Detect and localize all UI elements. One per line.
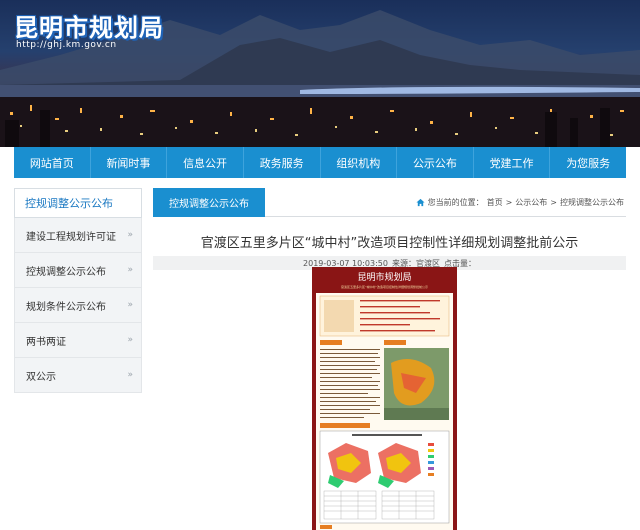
- main-content: 控规调整公示公布 您当前的位置： 首页 > 公示公布 > 控规调整公示公布 官渡…: [153, 188, 626, 270]
- breadcrumb-home-link[interactable]: 首页: [487, 197, 503, 208]
- article-title: 官渡区五里多片区“城中村”改造项目控制性详细规划调整批前公示: [200, 236, 579, 251]
- poster-title: 昆明市规划局: [357, 272, 412, 283]
- breadcrumb-current-link[interactable]: 控规调整公示公布: [560, 197, 624, 208]
- sidebar-item-double-publicity[interactable]: 双公示 »: [14, 358, 142, 393]
- breadcrumb-announcements-link[interactable]: 公示公布: [515, 197, 547, 208]
- nav-item-home[interactable]: 网站首页: [14, 147, 91, 178]
- nav-item-organization[interactable]: 组织机构: [321, 147, 398, 178]
- announcement-poster-image: 昆明市规划局 官渡区五里多片区“城中村”改造项目控制性详细规划调整批前公示: [312, 267, 457, 530]
- chevron-right-icon: »: [127, 300, 133, 310]
- sidebar-item-label: 两书两证: [26, 336, 66, 348]
- sidebar-item-label: 建设工程规划许可证: [26, 231, 116, 243]
- sidebar-item-planning-conditions[interactable]: 规划条件公示公布 »: [14, 288, 142, 323]
- nav-item-services-for-you[interactable]: 为您服务: [550, 147, 626, 178]
- poster-body: [316, 293, 453, 530]
- chevron-right-icon: »: [127, 370, 133, 380]
- chevron-right-icon: »: [127, 265, 133, 275]
- poster-graphics: [319, 295, 450, 529]
- poster-subtitle: 官渡区五里多片区“城中村”改造项目控制性详细规划调整批前公示: [340, 285, 429, 289]
- nav-item-party-building[interactable]: 党建工作: [474, 147, 551, 178]
- nav-item-gov-services[interactable]: 政务服务: [244, 147, 321, 178]
- site-url: http://ghj.km.gov.cn: [16, 40, 117, 50]
- nav-item-announcements[interactable]: 公示公布: [397, 147, 474, 178]
- header-banner: 昆明市规划局 http://ghj.km.gov.cn: [0, 0, 640, 147]
- sidebar-item-two-documents[interactable]: 两书两证 »: [14, 323, 142, 358]
- sidebar-item-planning-permit[interactable]: 建设工程规划许可证 »: [14, 218, 142, 253]
- sidebar-item-regulatory-adjustment[interactable]: 控规调整公示公布 »: [14, 253, 142, 288]
- sidebar-item-label: 控规调整公示公布: [26, 266, 106, 278]
- main-nav: 网站首页 新闻时事 信息公开 政务服务 组织机构 公示公布 党建工作 为您服务: [14, 147, 626, 178]
- chevron-right-icon: »: [127, 335, 133, 345]
- chevron-right-icon: »: [127, 230, 133, 240]
- sidebar-item-label: 规划条件公示公布: [26, 301, 106, 313]
- nav-item-news[interactable]: 新闻时事: [91, 147, 168, 178]
- site-title: 昆明市规划局: [14, 13, 164, 42]
- breadcrumb: 您当前的位置： 首页 > 公示公布 > 控规调整公示公布: [416, 188, 624, 217]
- home-icon: [416, 198, 425, 207]
- section-tab: 控规调整公示公布: [153, 188, 265, 217]
- content-header: 控规调整公示公布 您当前的位置： 首页 > 公示公布 > 控规调整公示公布: [153, 188, 626, 217]
- sidebar-title: 控规调整公示公布: [14, 188, 142, 218]
- breadcrumb-separator: >: [505, 198, 513, 207]
- sidebar: 控规调整公示公布 建设工程规划许可证 » 控规调整公示公布 » 规划条件公示公布…: [14, 188, 142, 393]
- breadcrumb-separator: >: [550, 198, 557, 207]
- nav-item-info-disclosure[interactable]: 信息公开: [167, 147, 244, 178]
- sidebar-item-label: 双公示: [26, 371, 56, 383]
- breadcrumb-prefix: 您当前的位置：: [427, 198, 484, 207]
